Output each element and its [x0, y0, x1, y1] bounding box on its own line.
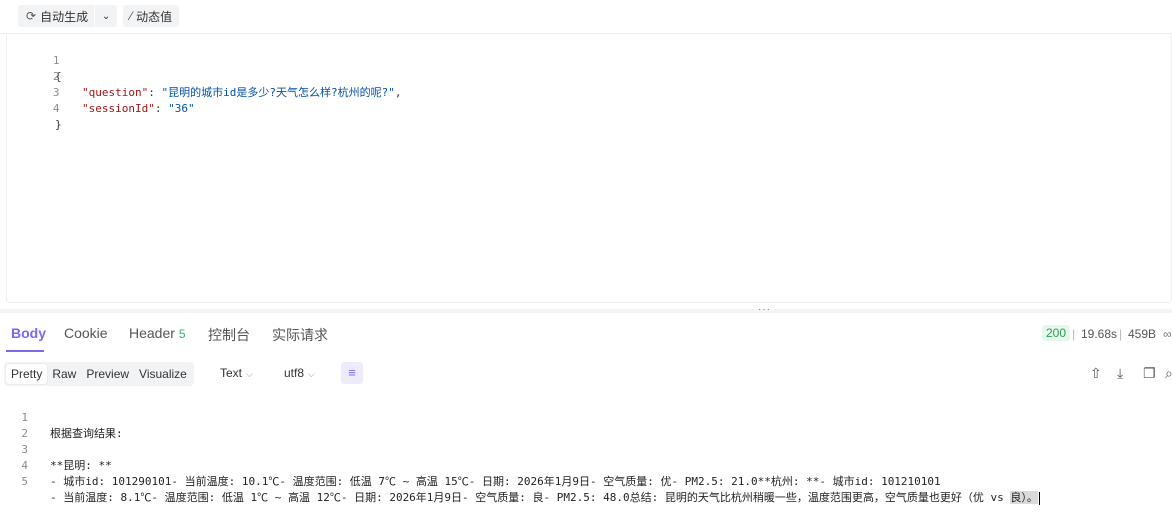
upload-icon[interactable]: ⇧: [1090, 365, 1102, 382]
code-line: 1 {: [7, 37, 62, 83]
json-comma: ,: [394, 86, 402, 99]
auto-generate-button[interactable]: ⟳ 自动生成: [18, 5, 95, 27]
response-format-bar: Pretty Raw Preview Visualize Text ⌵ utf8 ⌵…: [0, 360, 1172, 388]
json-colon: :: [148, 86, 162, 99]
request-body-editor[interactable]: 1 { 2 "question": "昆明的城市id是多少?天气怎么样?杭州的呢…: [6, 35, 1172, 303]
search-icon[interactable]: ⌕: [1165, 365, 1172, 382]
code-text: }: [55, 118, 62, 131]
tab-cookie[interactable]: Cookie: [64, 325, 108, 341]
generate-button-group: ⟳ 自动生成 ⌄ ⁄ 动态值: [18, 5, 180, 27]
selected-text: 良）。: [1010, 491, 1038, 504]
tab-console[interactable]: 控制台: [208, 325, 250, 345]
chevron-down-icon: ⌵: [246, 369, 253, 379]
chevron-down-icon: ⌵: [308, 369, 315, 379]
tab-body[interactable]: Body: [11, 325, 46, 341]
tab-actual-request[interactable]: 实际请求: [272, 325, 328, 345]
line-number: 3: [52, 86, 60, 99]
response-line: 4 - 城市id: 101290101- 当前温度: 10.1℃- 温度范围: …: [0, 442, 940, 488]
response-text-main: - 当前温度: 8.1℃- 温度范围: 低温 1℃ ~ 高温 12℃- 日期: …: [50, 491, 1011, 504]
response-text: - 城市id: 101290101- 当前温度: 10.1℃- 温度范围: 低温…: [50, 475, 941, 488]
tab-header[interactable]: Header 5: [129, 325, 186, 341]
response-text: 根据查询结果:: [50, 427, 123, 440]
response-text: - 当前温度: 8.1℃- 温度范围: 低温 1℃ ~ 高温 12℃- 日期: …: [50, 490, 1040, 506]
dynamic-value-button[interactable]: ⁄ 动态值: [123, 5, 180, 27]
auto-generate-dropdown-button[interactable]: ⌄: [95, 5, 118, 27]
request-toolbar: ⟳ 自动生成 ⌄ ⁄ 动态值: [0, 0, 1172, 34]
json-key: "sessionId": [82, 102, 155, 115]
content-type-select[interactable]: Text ⌵: [220, 366, 253, 380]
response-line: 5 - 当前温度: 8.1℃- 温度范围: 低温 1℃ ~ 高温 12℃- 日期…: [0, 458, 1040, 505]
status-badge: 200: [1042, 325, 1071, 341]
chevron-down-icon: ⌄: [101, 10, 111, 22]
view-pretty[interactable]: Pretty: [6, 364, 48, 384]
response-text: **昆明: **: [50, 459, 112, 472]
encoding-select[interactable]: utf8 ⌵: [284, 366, 315, 380]
line-number: 1: [52, 54, 60, 67]
line-number: 5: [21, 475, 28, 488]
line-number: 4: [52, 102, 60, 115]
download-icon[interactable]: ⤓: [1117, 365, 1123, 382]
panel-splitter[interactable]: [0, 309, 1172, 313]
json-colon: :: [154, 102, 169, 115]
active-tab-indicator: [6, 350, 44, 352]
drag-handle-icon[interactable]: ···: [758, 305, 771, 315]
content-type-value: Text: [220, 366, 243, 380]
view-raw[interactable]: Raw: [47, 364, 81, 384]
json-string-value: "36": [168, 102, 195, 115]
code-line: 2 "question": "昆明的城市id是多少?天气怎么样?杭州的呢?",: [7, 53, 402, 99]
view-visualize[interactable]: Visualize: [134, 364, 192, 384]
response-line: 1 根据查询结果:: [0, 394, 122, 440]
magic-wand-icon: ⁄: [130, 9, 133, 23]
meta-divider: |: [1119, 327, 1123, 341]
response-tabs: Body Cookie Header 5 控制台 实际请求 200 | 19.6…: [0, 316, 1172, 352]
json-string-value: "昆明的城市id是多少?天气怎么样?杭州的呢?": [161, 86, 395, 99]
view-mode-switch: Pretty Raw Preview Visualize: [4, 362, 194, 386]
tab-header-label: Header: [129, 325, 175, 341]
auto-generate-label: 自动生成: [40, 9, 89, 24]
view-preview[interactable]: Preview: [81, 364, 134, 384]
refresh-icon: ⟳: [26, 9, 37, 23]
encoding-value: utf8: [284, 366, 305, 380]
wrap-lines-icon[interactable]: ≡: [341, 362, 363, 384]
header-count-badge: 5: [178, 327, 186, 341]
code-text: "sessionId": "36": [82, 101, 195, 117]
response-line: 2: [0, 410, 28, 440]
json-key: "question": [82, 86, 149, 99]
line-number: 2: [52, 70, 60, 83]
dynamic-value-label: 动态值: [136, 9, 173, 24]
response-line: 3 **昆明: **: [0, 426, 111, 472]
text-cursor: [1038, 491, 1040, 505]
meta-divider: |: [1072, 327, 1076, 341]
response-time: 19.68s: [1081, 327, 1118, 341]
share-icon[interactable]: ∞: [1163, 327, 1172, 341]
copy-icon[interactable]: ❐: [1143, 365, 1156, 382]
response-size: 459B: [1128, 327, 1157, 341]
code-line: 4 }: [7, 85, 62, 131]
code-line: 3 "sessionId": "36": [7, 69, 195, 115]
code-text: "question": "昆明的城市id是多少?天气怎么样?杭州的呢?",: [82, 85, 401, 101]
